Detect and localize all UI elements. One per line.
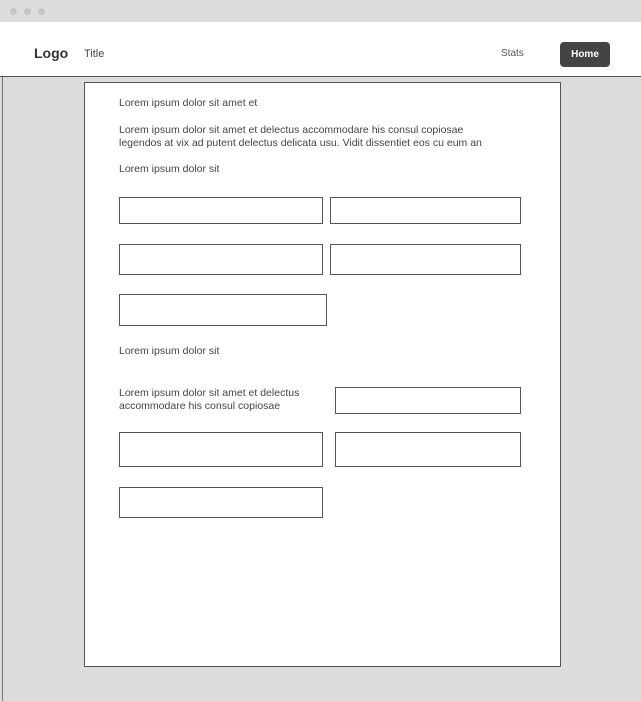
section-2-field-label-line-1: Lorem ipsum dolor sit amet et delectus xyxy=(119,387,300,399)
form-panel: Lorem ipsum dolor sit amet et Lorem ipsu… xyxy=(84,82,561,667)
section-1-field-5[interactable] xyxy=(119,294,327,326)
section-2-field-2[interactable] xyxy=(119,432,323,467)
window-title-bar xyxy=(0,0,641,22)
section-2-field-4[interactable] xyxy=(119,487,323,518)
logo[interactable]: Logo xyxy=(34,45,68,61)
form-heading: Lorem ipsum dolor sit amet et xyxy=(119,97,258,109)
section-2-field-label-line-2: accommodare his consul copiosae xyxy=(119,400,281,412)
window-maximize-dot[interactable] xyxy=(38,8,45,15)
section-1-field-2[interactable] xyxy=(330,197,521,224)
section-1-label: Lorem ipsum dolor sit xyxy=(119,163,220,175)
page-title: Title xyxy=(84,48,105,60)
window-minimize-dot[interactable] xyxy=(24,8,31,15)
section-1-field-1[interactable] xyxy=(119,197,323,224)
section-1-field-4[interactable] xyxy=(330,244,521,275)
nav-link-stats[interactable]: Stats xyxy=(501,48,524,59)
navbar: Logo Title Stats Home xyxy=(0,22,641,77)
form-description-line-1: Lorem ipsum dolor sit amet et delectus a… xyxy=(119,124,464,136)
section-2-label: Lorem ipsum dolor sit xyxy=(119,345,220,357)
section-2-field-1[interactable] xyxy=(335,387,521,414)
nav-home-button[interactable]: Home xyxy=(560,42,610,67)
section-2-field-3[interactable] xyxy=(335,432,521,467)
form-description-line-2: legendos at vix ad putent delectus delic… xyxy=(119,137,482,149)
section-1-field-3[interactable] xyxy=(119,244,323,275)
frame-edge xyxy=(2,77,3,701)
window-close-dot[interactable] xyxy=(10,8,17,15)
